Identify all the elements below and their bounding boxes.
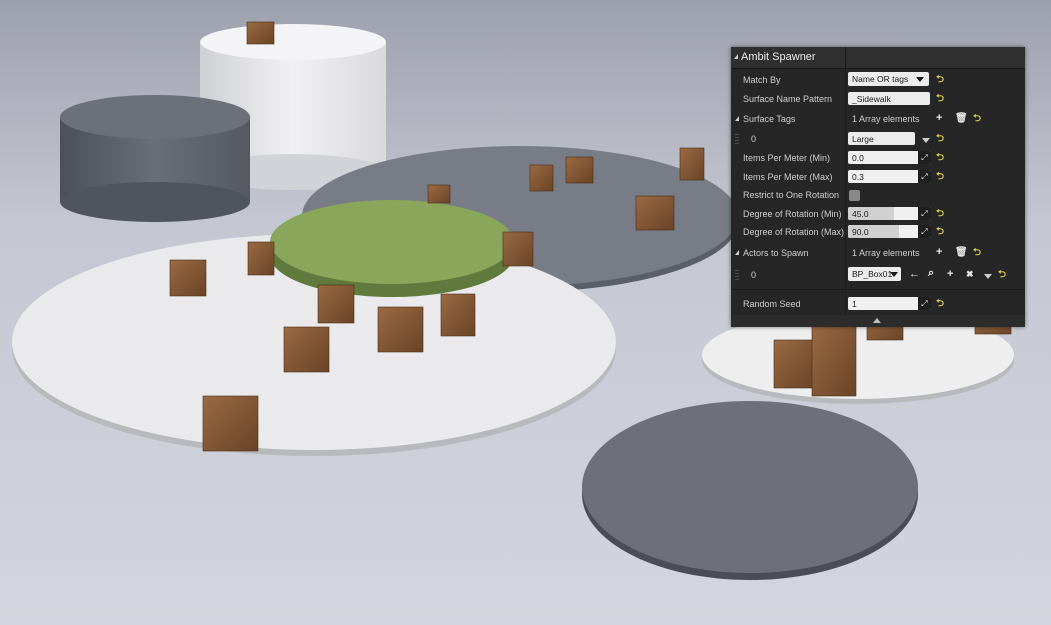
green-disc bbox=[270, 200, 514, 297]
reset-to-default-icon[interactable]: ⮌ bbox=[936, 94, 944, 104]
reset-to-default-icon[interactable]: ⮌ bbox=[936, 172, 944, 182]
row-surface-tag-0: 0 Large ⮌ bbox=[731, 130, 1025, 149]
row-rotation-max: Degree of Rotation (Max) 90.0 ⤢ ⮌ bbox=[743, 225, 945, 238]
reset-to-default-icon[interactable]: ⮌ bbox=[936, 209, 944, 219]
surface-name-pattern-input[interactable]: _Sidewalk bbox=[848, 92, 930, 105]
expand-arrows-icon[interactable]: ⤢ bbox=[918, 207, 931, 220]
grey-disc-bottom bbox=[582, 401, 918, 580]
expand-arrows-icon[interactable]: ⤢ bbox=[918, 297, 931, 310]
restrict-rotation-checkbox[interactable] bbox=[849, 190, 860, 201]
clear-icon[interactable]: ✖ bbox=[966, 269, 974, 280]
reset-to-default-icon[interactable]: ⮌ bbox=[936, 227, 944, 237]
row-rotation-min: Degree of Rotation (Min) 45.0 ⤢ ⮌ bbox=[743, 207, 945, 220]
actors-count: 1 Array elements bbox=[852, 248, 920, 258]
reset-to-default-icon[interactable]: ⮌ bbox=[973, 248, 981, 258]
advanced-toggle[interactable] bbox=[731, 315, 1025, 327]
row-actor-0: 0 BP_Box01 ← ⌕ + ✖ ⮌ bbox=[731, 266, 1025, 285]
reset-to-default-icon[interactable]: ⮌ bbox=[936, 299, 944, 309]
items-per-meter-max-input[interactable]: 0.3 ⤢ bbox=[848, 170, 931, 183]
row-items-per-meter-max: Items Per Meter (Max) 0.3 ⤢ ⮌ bbox=[743, 170, 945, 183]
row-random-seed: Random Seed 1 ⤢ ⮌ bbox=[743, 297, 945, 310]
add-element-icon[interactable]: + bbox=[936, 113, 942, 124]
reset-to-default-icon[interactable]: ⮌ bbox=[936, 134, 944, 144]
chevron-up-icon bbox=[873, 318, 881, 323]
rotation-max-slider[interactable]: 90.0 ⤢ bbox=[848, 225, 931, 238]
reset-to-default-icon[interactable]: ⮌ bbox=[936, 153, 944, 163]
ambit-spawner-details-panel: Ambit Spawner Match By Name OR tags ⮌ Su… bbox=[731, 47, 1025, 327]
match-by-dropdown[interactable]: Name OR tags bbox=[848, 72, 929, 86]
actor-class-dropdown[interactable]: BP_Box01 bbox=[848, 267, 901, 281]
collapse-triangle-icon[interactable] bbox=[734, 54, 738, 59]
rotation-min-slider[interactable]: 45.0 ⤢ bbox=[848, 207, 931, 220]
expand-arrows-icon[interactable]: ⤢ bbox=[918, 170, 931, 183]
expand-arrows-icon[interactable]: ⤢ bbox=[918, 225, 931, 238]
chevron-down-icon bbox=[916, 77, 924, 82]
dark-cylinder bbox=[60, 95, 250, 222]
expand-triangle-icon[interactable] bbox=[735, 250, 739, 255]
panel-title: Ambit Spawner bbox=[741, 51, 816, 63]
row-surface-name-pattern: Surface Name Pattern _Sidewalk ⮌ bbox=[743, 92, 945, 105]
reset-to-default-icon[interactable]: ⮌ bbox=[936, 75, 944, 85]
match-by-label: Match By bbox=[743, 75, 781, 85]
expand-arrows-icon[interactable]: ⤢ bbox=[918, 151, 931, 164]
row-restrict-rotation: Restrict to One Rotation bbox=[731, 186, 1025, 205]
drag-handle-icon[interactable] bbox=[735, 269, 739, 281]
browse-search-icon[interactable]: ⌕ bbox=[928, 268, 934, 279]
add-element-icon[interactable]: + bbox=[936, 247, 942, 258]
chevron-down-icon bbox=[890, 272, 898, 277]
reset-to-default-icon[interactable]: ⮌ bbox=[998, 270, 1006, 280]
expand-triangle-icon[interactable] bbox=[735, 116, 739, 121]
delete-all-icon[interactable]: 🗑 bbox=[955, 113, 968, 124]
row-items-per-meter-min: Items Per Meter (Min) 0.0 ⤢ ⮌ bbox=[743, 151, 945, 164]
drag-handle-icon[interactable] bbox=[735, 133, 739, 145]
use-selected-arrow-icon[interactable]: ← bbox=[909, 269, 920, 280]
row-surface-tags: Surface Tags 1 Array elements + 🗑 ⮌ bbox=[731, 110, 1025, 129]
panel-header[interactable]: Ambit Spawner bbox=[731, 47, 1025, 69]
chevron-down-icon[interactable] bbox=[984, 274, 992, 279]
surface-tags-count: 1 Array elements bbox=[852, 114, 920, 124]
add-icon[interactable]: + bbox=[947, 269, 953, 280]
random-seed-input[interactable]: 1 ⤢ bbox=[848, 297, 931, 310]
reset-to-default-icon[interactable]: ⮌ bbox=[973, 114, 981, 124]
items-per-meter-min-input[interactable]: 0.0 ⤢ bbox=[848, 151, 931, 164]
delete-all-icon[interactable]: 🗑 bbox=[955, 247, 968, 258]
row-match-by: Match By Name OR tags ⮌ bbox=[731, 71, 1025, 90]
row-actors-to-spawn: Actors to Spawn 1 Array elements + 🗑 ⮌ bbox=[731, 244, 1025, 263]
chevron-down-icon[interactable] bbox=[922, 138, 930, 143]
surface-tag-0-input[interactable]: Large bbox=[848, 132, 915, 145]
